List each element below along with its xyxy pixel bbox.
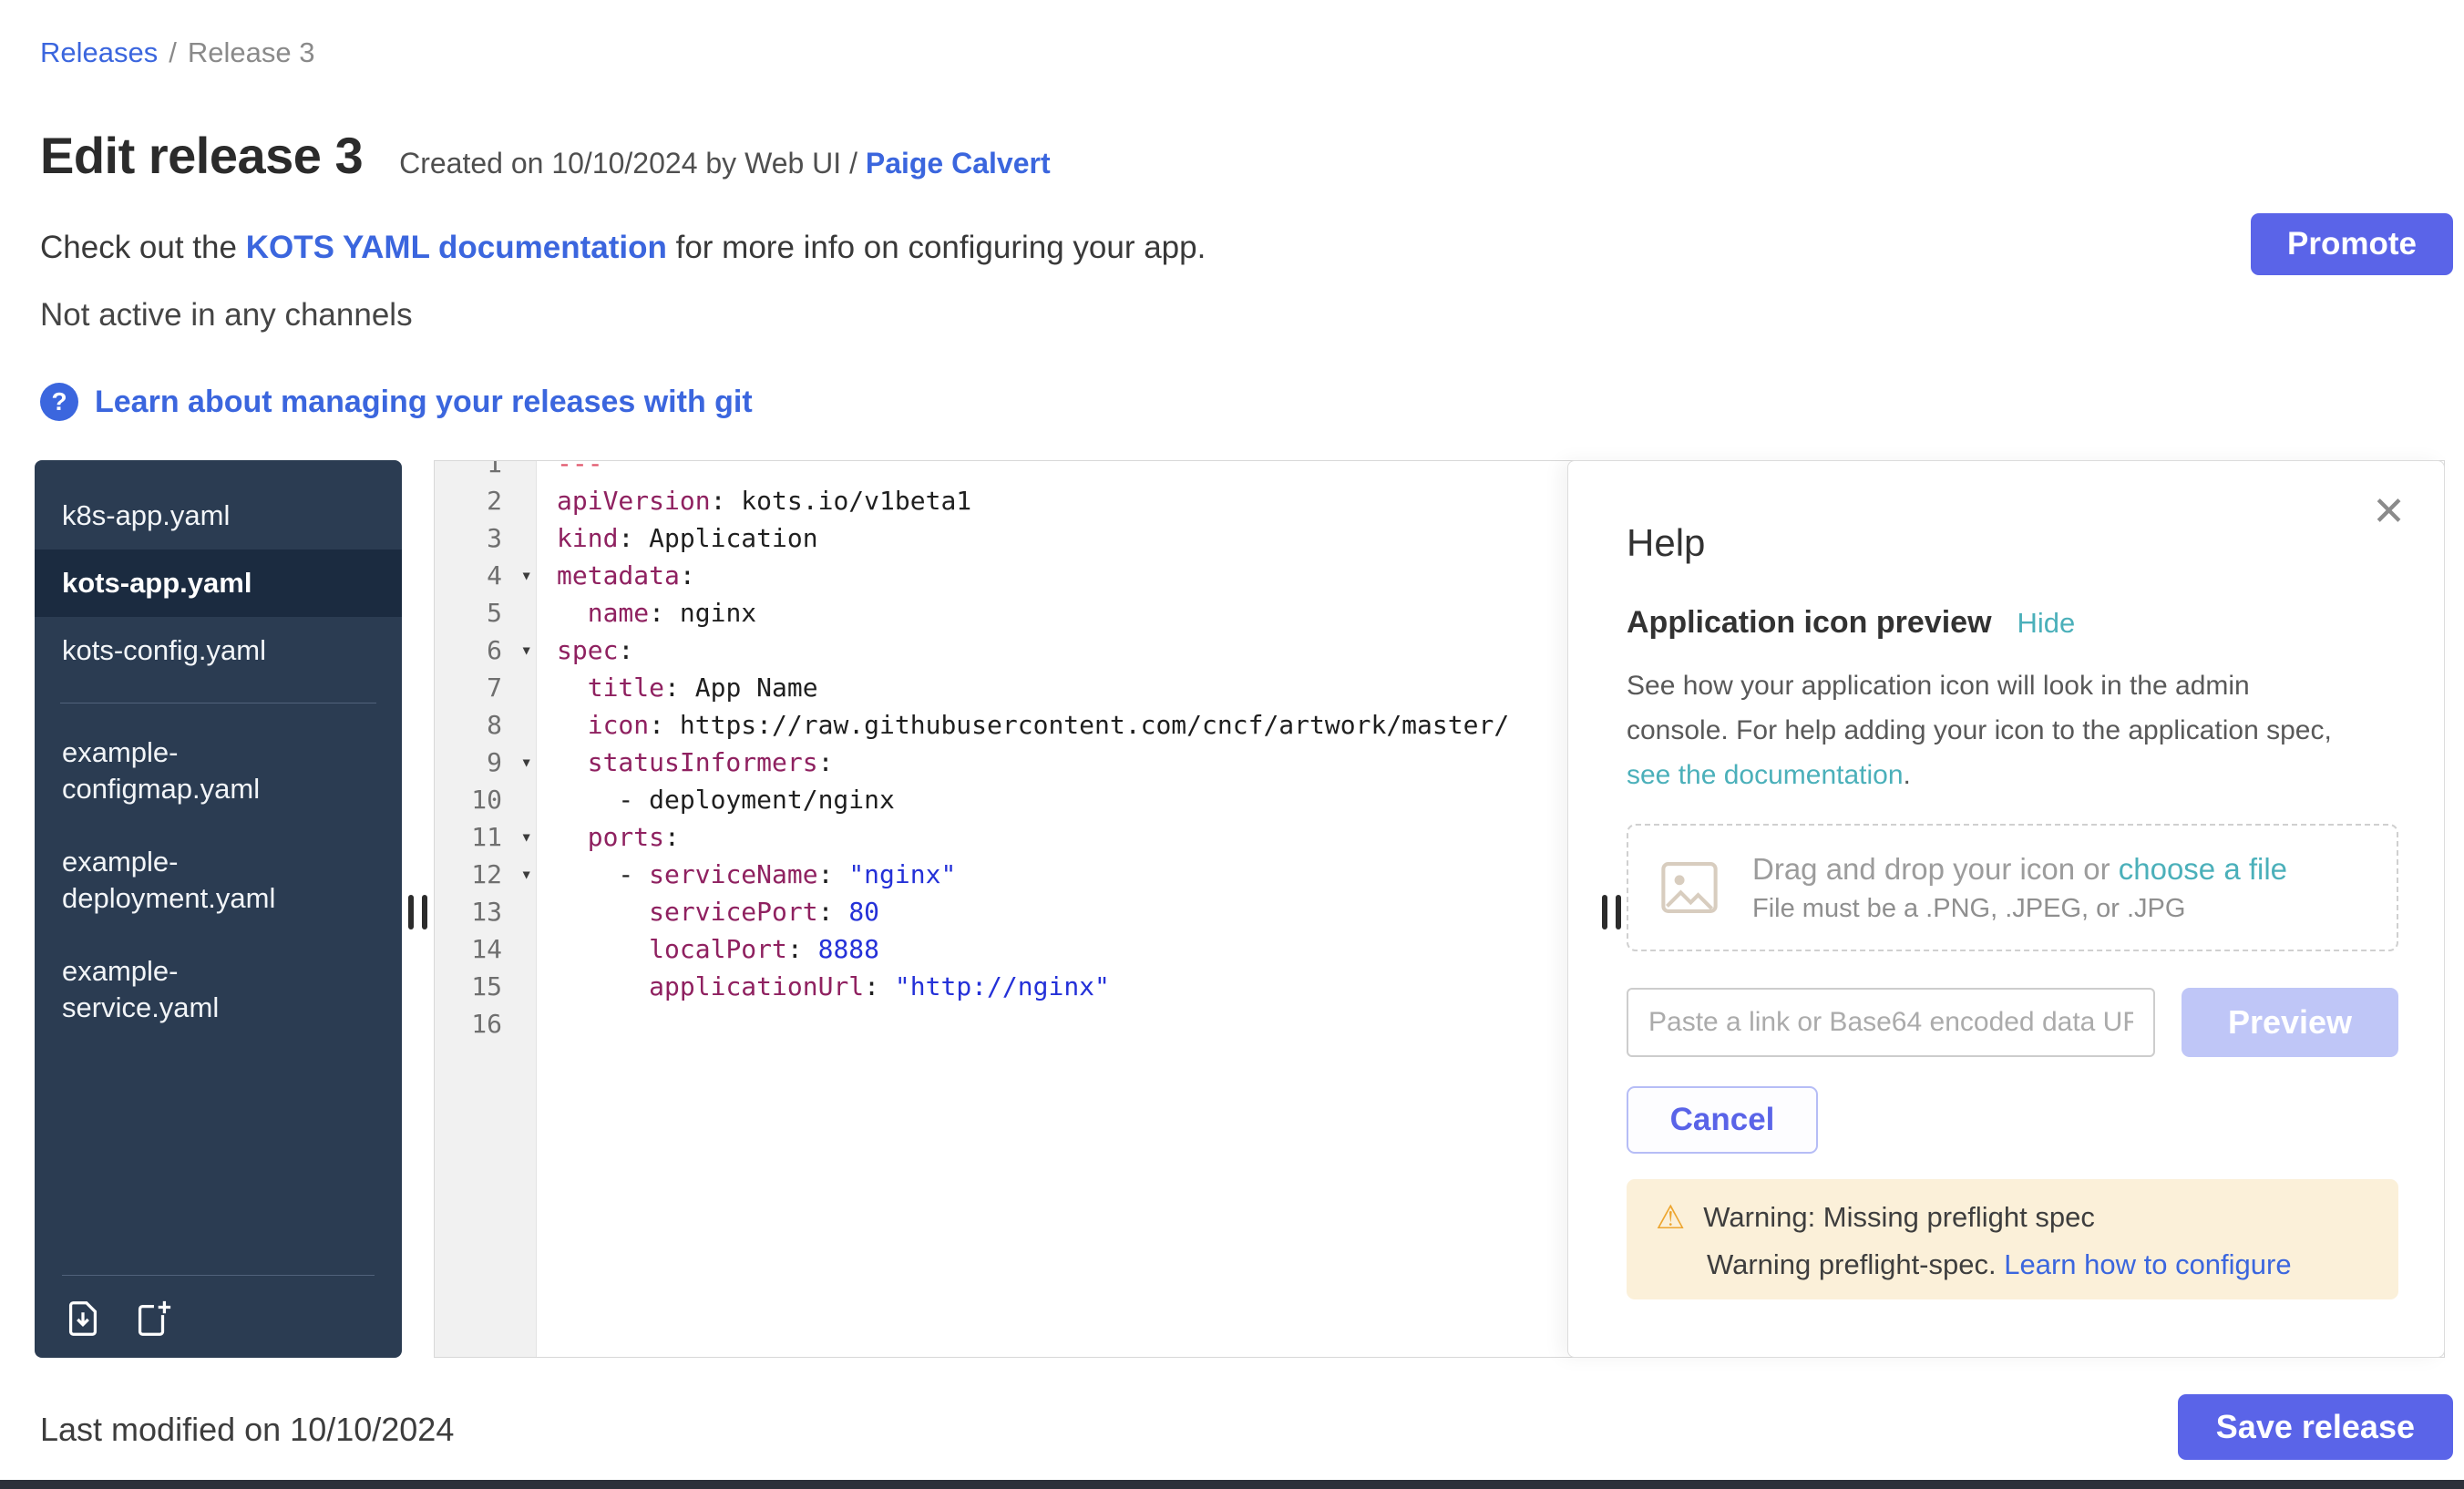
- file-tree-item[interactable]: example-service.yaml: [35, 940, 402, 1039]
- code-text: icon: https://raw.githubusercontent.com/…: [537, 706, 1509, 744]
- line-number: 1: [435, 460, 537, 482]
- line-number: 3: [435, 519, 537, 557]
- see-documentation-link[interactable]: see the documentation: [1627, 760, 1904, 790]
- last-modified-text: Last modified on 10/10/2024: [40, 1411, 454, 1449]
- code-text: applicationUrl: "http://nginx": [537, 968, 1110, 1005]
- help-panel: ✕ Help Application icon preview Hide See…: [1567, 460, 2445, 1358]
- code-text: name: nginx: [537, 594, 756, 632]
- code-text: [537, 1005, 557, 1042]
- line-number: 6▾: [435, 632, 537, 669]
- fold-arrow-icon[interactable]: ▾: [520, 632, 532, 669]
- choose-file-link[interactable]: choose a file: [2119, 852, 2287, 886]
- icon-preview-title: Application icon preview: [1627, 605, 1992, 641]
- line-number: 5: [435, 594, 537, 632]
- dropzone-hint: File must be a .PNG, .JPEG, or .JPG: [1752, 894, 2287, 924]
- file-tree-item[interactable]: example-configmap.yaml: [35, 722, 402, 820]
- line-number: 15: [435, 968, 537, 1005]
- title-row: Edit release 3 Created on 10/10/2024 by …: [40, 126, 1051, 185]
- warning-triangle-icon: ⚠: [1656, 1201, 1685, 1234]
- kots-yaml-docs-link[interactable]: KOTS YAML documentation: [246, 230, 667, 265]
- question-circle-icon: ?: [40, 383, 78, 421]
- fold-arrow-icon[interactable]: ▾: [520, 818, 532, 856]
- line-number: 8: [435, 706, 537, 744]
- breadcrumb-releases-link[interactable]: Releases: [40, 36, 158, 68]
- dropzone-text: Drag and drop your icon or choose a file: [1752, 852, 2287, 887]
- file-tree-actions: [62, 1275, 375, 1340]
- created-text: Created on 10/10/2024 by Web UI / Paige …: [399, 147, 1051, 180]
- promote-button[interactable]: Promote: [2251, 213, 2453, 275]
- docs-line: Check out the KOTS YAML documentation fo…: [40, 230, 1206, 266]
- close-icon[interactable]: ✕: [2372, 492, 2406, 532]
- line-number: 9▾: [435, 744, 537, 781]
- sidebar-resize-handle[interactable]: [408, 895, 427, 929]
- file-tree-sidebar: k8s-app.yamlkots-app.yamlkots-config.yam…: [35, 460, 402, 1358]
- code-text: - deployment/nginx: [537, 781, 895, 818]
- icon-url-input[interactable]: [1627, 988, 2155, 1057]
- hide-link[interactable]: Hide: [2017, 607, 2076, 640]
- docs-suffix: for more info on configuring your app.: [667, 230, 1206, 265]
- code-text: kind: Application: [537, 519, 818, 557]
- warning-title: Warning: Missing preflight spec: [1703, 1201, 2095, 1234]
- code-text: title: App Name: [537, 669, 818, 706]
- code-text: servicePort: 80: [537, 893, 879, 930]
- description-text: See how your application icon will look …: [1627, 671, 2332, 745]
- fold-arrow-icon[interactable]: ▾: [520, 856, 532, 893]
- new-file-icon[interactable]: [131, 1298, 173, 1340]
- warning-title-row: ⚠ Warning: Missing preflight spec: [1656, 1201, 2369, 1234]
- breadcrumb-separator: /: [169, 36, 177, 68]
- line-number: 13: [435, 893, 537, 930]
- git-docs-link[interactable]: Learn about managing your releases with …: [95, 385, 753, 420]
- page-title: Edit release 3: [40, 126, 363, 185]
- code-text: - serviceName: "nginx": [537, 856, 956, 893]
- icon-dropzone[interactable]: Drag and drop your icon or choose a file…: [1627, 824, 2398, 951]
- warning-detail-text: Warning preflight-spec.: [1707, 1248, 2004, 1280]
- breadcrumb: Releases / Release 3: [40, 36, 314, 69]
- line-number: 12▾: [435, 856, 537, 893]
- line-number: 2: [435, 482, 537, 519]
- created-prefix: Created on 10/10/2024 by Web UI /: [399, 147, 866, 180]
- help-resize-handle[interactable]: [1602, 895, 1621, 929]
- code-text: localPort: 8888: [537, 930, 879, 968]
- line-number: 16: [435, 1005, 537, 1042]
- preview-button[interactable]: Preview: [2182, 988, 2398, 1057]
- cancel-button[interactable]: Cancel: [1627, 1086, 1818, 1154]
- edit-release-page: Releases / Release 3 Edit release 3 Create…: [0, 0, 2464, 1489]
- learn-how-to-configure-link[interactable]: Learn how to configure: [2004, 1248, 2291, 1280]
- description-period: .: [1904, 760, 1911, 790]
- code-text: spec:: [537, 632, 633, 669]
- channel-status: Not active in any channels: [40, 297, 413, 334]
- upload-file-icon[interactable]: [62, 1298, 104, 1340]
- code-text: metadata:: [537, 557, 695, 594]
- code-text: apiVersion: kots.io/v1beta1: [537, 482, 971, 519]
- fold-arrow-icon[interactable]: ▾: [520, 557, 532, 594]
- icon-preview-section: Application icon preview Hide: [1627, 605, 2075, 641]
- author-link[interactable]: Paige Calvert: [866, 147, 1051, 180]
- dropzone-prefix: Drag and drop your icon or: [1752, 852, 2119, 886]
- line-number: 10: [435, 781, 537, 818]
- icon-preview-description: See how your application icon will look …: [1627, 663, 2356, 797]
- warning-detail-row: Warning preflight-spec. Learn how to con…: [1707, 1248, 2369, 1281]
- line-number: 4▾: [435, 557, 537, 594]
- file-tree-list: k8s-app.yamlkots-app.yamlkots-config.yam…: [35, 460, 402, 1039]
- file-tree-item[interactable]: kots-app.yaml: [35, 549, 402, 617]
- git-help-row: ? Learn about managing your releases wit…: [40, 383, 753, 421]
- docs-prefix: Check out the: [40, 230, 246, 265]
- code-text: statusInformers:: [537, 744, 833, 781]
- line-number: 11▾: [435, 818, 537, 856]
- help-panel-title: Help: [1627, 521, 1705, 565]
- save-release-button[interactable]: Save release: [2178, 1394, 2453, 1460]
- image-placeholder-icon: [1659, 860, 1720, 915]
- file-tree-item[interactable]: kots-config.yaml: [35, 617, 402, 684]
- breadcrumb-current: Release 3: [188, 36, 315, 68]
- file-tree-item[interactable]: example-deployment.yaml: [35, 831, 402, 929]
- code-text: ports:: [537, 818, 680, 856]
- line-number: 7: [435, 669, 537, 706]
- file-tree-item[interactable]: k8s-app.yaml: [35, 482, 402, 549]
- line-number: 14: [435, 930, 537, 968]
- dropzone-text-block: Drag and drop your icon or choose a file…: [1752, 852, 2287, 924]
- bottom-edge: [0, 1480, 2464, 1489]
- code-text: ---: [537, 460, 603, 482]
- preflight-warning-box: ⚠ Warning: Missing preflight spec Warnin…: [1627, 1179, 2398, 1299]
- fold-arrow-icon[interactable]: ▾: [520, 744, 532, 781]
